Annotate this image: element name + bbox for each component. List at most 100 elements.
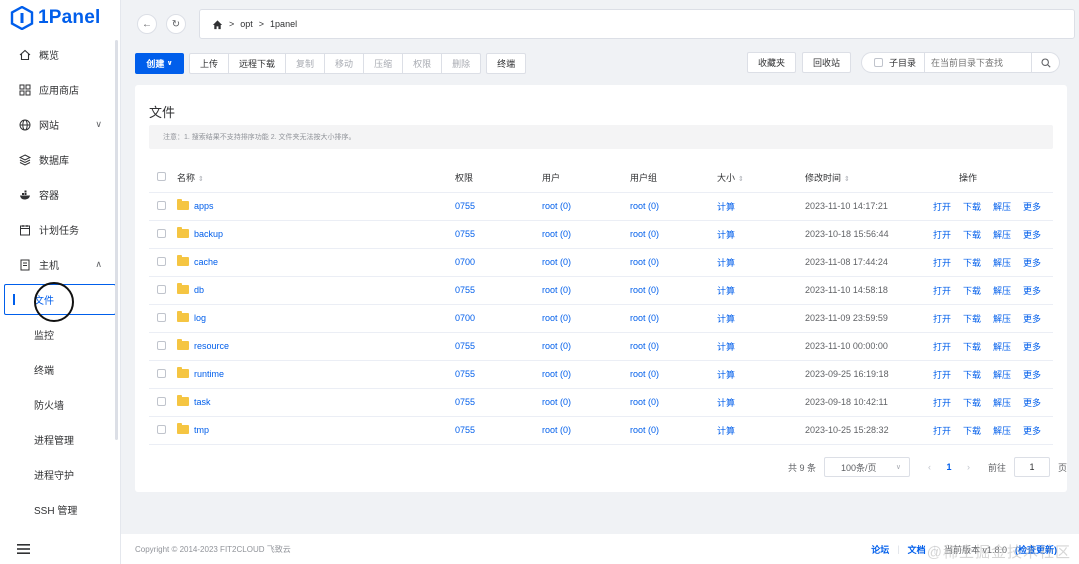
- download-link[interactable]: 下载: [963, 370, 981, 380]
- sidebar-item-website[interactable]: 网站 ∨: [0, 107, 120, 142]
- open-link[interactable]: 打开: [933, 426, 951, 436]
- group-link[interactable]: root (0): [630, 313, 659, 323]
- download-link[interactable]: 下载: [963, 314, 981, 324]
- calc-size-link[interactable]: 计算: [717, 426, 735, 436]
- group-link[interactable]: root (0): [630, 229, 659, 239]
- group-cell[interactable]: root (0): [630, 360, 717, 389]
- row-checkbox[interactable]: [157, 200, 166, 210]
- size-cell[interactable]: 计算: [717, 388, 805, 417]
- table-row[interactable]: apps 0755 root (0) root (0) 计算 2023-11-10 14:…: [149, 192, 1053, 221]
- group-link[interactable]: root (0): [630, 257, 659, 267]
- permission-cell[interactable]: 0755: [455, 192, 542, 221]
- row-checkbox[interactable]: [157, 424, 166, 434]
- search-input[interactable]: [924, 52, 1032, 73]
- move-button[interactable]: 移动: [324, 52, 365, 74]
- sidebar-item-cron[interactable]: 计划任务: [0, 212, 120, 247]
- name-cell[interactable]: log: [177, 304, 455, 333]
- user-link[interactable]: root (0): [542, 341, 571, 351]
- user-cell[interactable]: root (0): [542, 388, 630, 417]
- calc-size-link[interactable]: 计算: [717, 370, 735, 380]
- table-row[interactable]: db 0755 root (0) root (0) 计算 2023-11-10 14:58…: [149, 276, 1053, 305]
- user-cell[interactable]: root (0): [542, 192, 630, 221]
- permission-cell[interactable]: 0700: [455, 304, 542, 333]
- permission-cell[interactable]: 0755: [455, 220, 542, 249]
- permission-link[interactable]: 0755: [455, 341, 475, 351]
- more-link[interactable]: 更多: [1023, 314, 1041, 324]
- goto-page-input[interactable]: 1: [1013, 457, 1050, 477]
- table-row[interactable]: log 0700 root (0) root (0) 计算 2023-11-09 23:5…: [149, 304, 1053, 333]
- permission-link[interactable]: 0755: [455, 425, 475, 435]
- sidebar-item-app-store[interactable]: 应用商店: [0, 72, 120, 107]
- name-cell[interactable]: resource: [177, 332, 455, 361]
- table-row[interactable]: cache 0700 root (0) root (0) 计算 2023-11-08 17…: [149, 248, 1053, 277]
- terminal-button[interactable]: 终端: [486, 52, 527, 74]
- extract-link[interactable]: 解压: [993, 398, 1011, 408]
- user-link[interactable]: root (0): [542, 425, 571, 435]
- permission-link[interactable]: 0755: [455, 201, 475, 211]
- calc-size-link[interactable]: 计算: [717, 258, 735, 268]
- more-link[interactable]: 更多: [1023, 286, 1041, 296]
- menu-collapse-icon[interactable]: [17, 544, 30, 554]
- page-size-select[interactable]: 100条/页 ∨: [823, 457, 910, 477]
- sidebar-item-host[interactable]: 主机 ∧: [0, 247, 120, 282]
- table-row[interactable]: runtime 0755 root (0) root (0) 计算 2023-09-25 …: [149, 360, 1053, 389]
- user-cell[interactable]: root (0): [542, 276, 630, 305]
- permission-cell[interactable]: 0755: [455, 416, 542, 445]
- remote-download-button[interactable]: 远程下载: [228, 52, 287, 74]
- open-link[interactable]: 打开: [933, 202, 951, 212]
- row-checkbox[interactable]: [157, 396, 166, 406]
- group-link[interactable]: root (0): [630, 397, 659, 407]
- download-link[interactable]: 下载: [963, 342, 981, 352]
- group-cell[interactable]: root (0): [630, 304, 717, 333]
- sidebar-subitem-process[interactable]: 进程管理: [0, 422, 120, 457]
- more-link[interactable]: 更多: [1023, 398, 1041, 408]
- home-icon[interactable]: [212, 19, 223, 30]
- open-link[interactable]: 打开: [933, 398, 951, 408]
- row-checkbox[interactable]: [157, 284, 166, 294]
- open-link[interactable]: 打开: [933, 370, 951, 380]
- permission-link[interactable]: 0755: [455, 229, 475, 239]
- more-link[interactable]: 更多: [1023, 342, 1041, 352]
- copy-button[interactable]: 复制: [285, 52, 326, 74]
- group-cell[interactable]: root (0): [630, 192, 717, 221]
- size-cell[interactable]: 计算: [717, 360, 805, 389]
- table-row[interactable]: resource 0755 root (0) root (0) 计算 2023-11-10…: [149, 332, 1053, 361]
- extract-link[interactable]: 解压: [993, 202, 1011, 212]
- extract-link[interactable]: 解压: [993, 230, 1011, 240]
- search-button[interactable]: [1032, 52, 1060, 73]
- logo[interactable]: 1Panel: [0, 0, 120, 36]
- row-checkbox[interactable]: [157, 368, 166, 378]
- user-cell[interactable]: root (0): [542, 220, 630, 249]
- next-page-icon[interactable]: ›: [967, 462, 970, 472]
- group-link[interactable]: root (0): [630, 201, 659, 211]
- group-cell[interactable]: root (0): [630, 248, 717, 277]
- download-link[interactable]: 下载: [963, 398, 981, 408]
- user-cell[interactable]: root (0): [542, 304, 630, 333]
- table-row[interactable]: tmp 0755 root (0) root (0) 计算 2023-10-25 15:2…: [149, 416, 1053, 445]
- permission-cell[interactable]: 0755: [455, 276, 542, 305]
- extract-link[interactable]: 解压: [993, 342, 1011, 352]
- col-modified[interactable]: 修改时间 ⇕: [805, 164, 931, 193]
- sidebar-scrollbar[interactable]: [115, 40, 118, 440]
- sidebar-subitem-terminal[interactable]: 终端: [0, 352, 120, 387]
- open-link[interactable]: 打开: [933, 258, 951, 268]
- select-all-checkbox[interactable]: [157, 172, 166, 182]
- name-cell[interactable]: tmp: [177, 416, 455, 445]
- calc-size-link[interactable]: 计算: [717, 314, 735, 324]
- size-cell[interactable]: 计算: [717, 276, 805, 305]
- file-name-link[interactable]: resource: [194, 341, 229, 351]
- size-cell[interactable]: 计算: [717, 192, 805, 221]
- size-cell[interactable]: 计算: [717, 416, 805, 445]
- file-name-link[interactable]: apps: [194, 201, 214, 211]
- calc-size-link[interactable]: 计算: [717, 286, 735, 296]
- download-link[interactable]: 下载: [963, 286, 981, 296]
- group-link[interactable]: root (0): [630, 369, 659, 379]
- more-link[interactable]: 更多: [1023, 426, 1041, 436]
- permission-link[interactable]: 0755: [455, 369, 475, 379]
- calc-size-link[interactable]: 计算: [717, 230, 735, 240]
- name-cell[interactable]: cache: [177, 248, 455, 277]
- upload-button[interactable]: 上传: [189, 52, 230, 74]
- row-checkbox[interactable]: [157, 312, 166, 322]
- row-checkbox[interactable]: [157, 228, 166, 238]
- group-cell[interactable]: root (0): [630, 220, 717, 249]
